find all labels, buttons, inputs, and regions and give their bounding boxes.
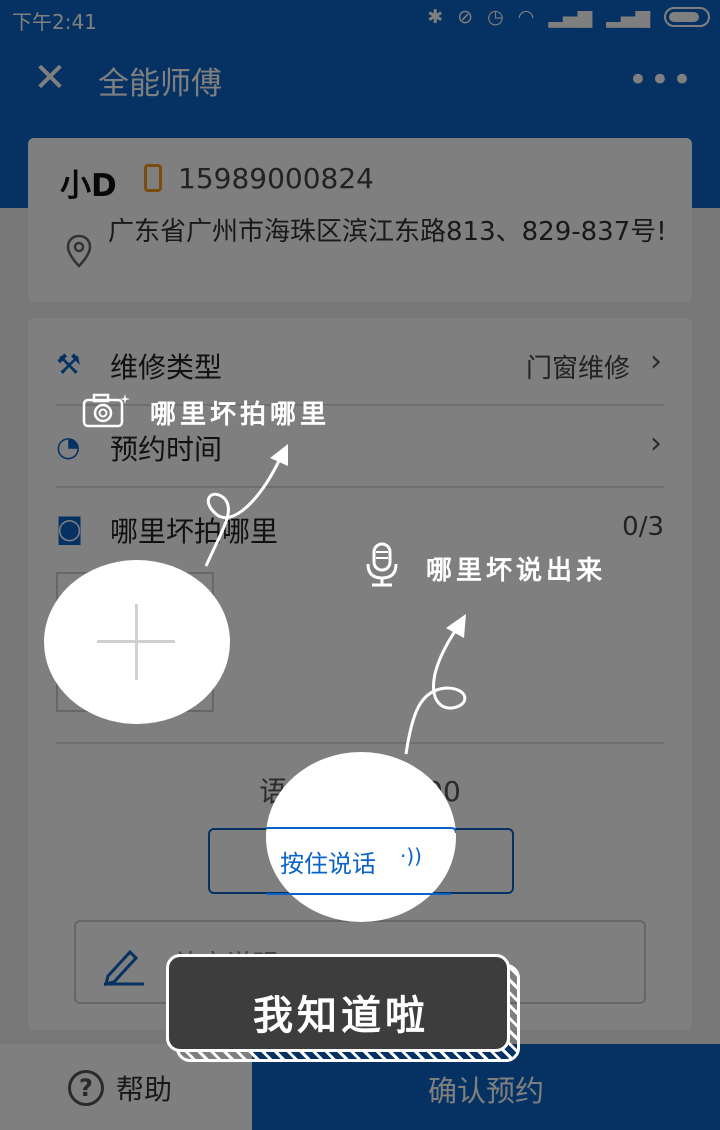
voice-arrow	[404, 623, 467, 755]
got-it-button[interactable]: 我知道啦	[166, 954, 520, 1062]
photo-arrow	[204, 449, 286, 567]
got-it-label: 我知道啦	[253, 993, 429, 1039]
tutorial-overlay[interactable]: 按住说话 ·)) 哪里坏拍哪里 哪里坏说出来 我知道啦	[0, 0, 720, 1130]
voice-arrow-head	[446, 614, 466, 638]
got-it-face: 我知道啦	[166, 954, 510, 1052]
